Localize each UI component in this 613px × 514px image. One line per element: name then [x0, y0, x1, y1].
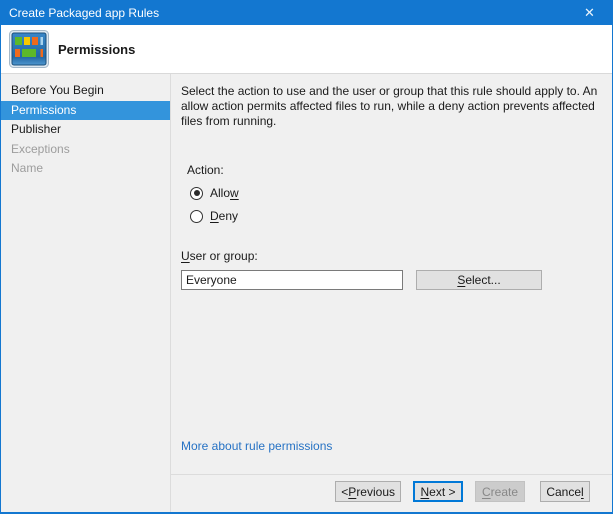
window-title: Create Packaged app Rules [1, 6, 567, 20]
radio-option-deny[interactable]: Deny [190, 209, 600, 223]
step-permissions: Permissions [1, 101, 170, 121]
wizard-content: Select the action to use and the user or… [171, 74, 612, 512]
wizard-body: Before You Begin Permissions Publisher E… [1, 74, 612, 512]
wizard-steps-sidebar: Before You Begin Permissions Publisher E… [1, 74, 171, 512]
content-spacer [181, 290, 600, 439]
step-publisher: Publisher [1, 120, 170, 140]
deny-radio-button[interactable] [190, 210, 203, 223]
step-name: Name [1, 159, 170, 179]
wizard-footer: < Previous Next > Create Cancel [171, 474, 612, 512]
action-label: Action: [187, 163, 600, 177]
more-about-rule-permissions-link[interactable]: More about rule permissions [181, 439, 332, 453]
page-title: Permissions [58, 42, 135, 57]
next-button[interactable]: Next > [413, 481, 463, 502]
create-button: Create [475, 481, 525, 502]
radio-option-allow[interactable]: Allow [190, 186, 600, 200]
step-before-you-begin: Before You Begin [1, 81, 170, 101]
user-group-input[interactable] [181, 270, 403, 290]
deny-radio-label: Deny [210, 209, 238, 223]
title-bar: Create Packaged app Rules ✕ [1, 1, 612, 25]
previous-button[interactable]: < Previous [335, 481, 401, 502]
cancel-button[interactable]: Cancel [540, 481, 590, 502]
wizard-header: Permissions [1, 25, 612, 74]
user-group-section: User or group: Select... [181, 249, 600, 290]
create-packaged-app-rules-dialog: Create Packaged app Rules ✕ Perm [0, 0, 613, 514]
page-description: Select the action to use and the user or… [181, 84, 609, 129]
action-section: Action: Allow Deny [187, 163, 600, 223]
user-group-field-row: Select... [181, 270, 600, 290]
allow-radio-label: Allow [210, 186, 239, 200]
close-button[interactable]: ✕ [567, 1, 612, 25]
user-group-label: User or group: [181, 249, 600, 263]
allow-radio-button[interactable] [190, 187, 203, 200]
packaged-app-tiles-icon [9, 30, 49, 68]
select-user-button[interactable]: Select... [416, 270, 542, 290]
close-icon: ✕ [584, 5, 595, 21]
content-body: Select the action to use and the user or… [171, 74, 612, 474]
step-exceptions: Exceptions [1, 140, 170, 160]
